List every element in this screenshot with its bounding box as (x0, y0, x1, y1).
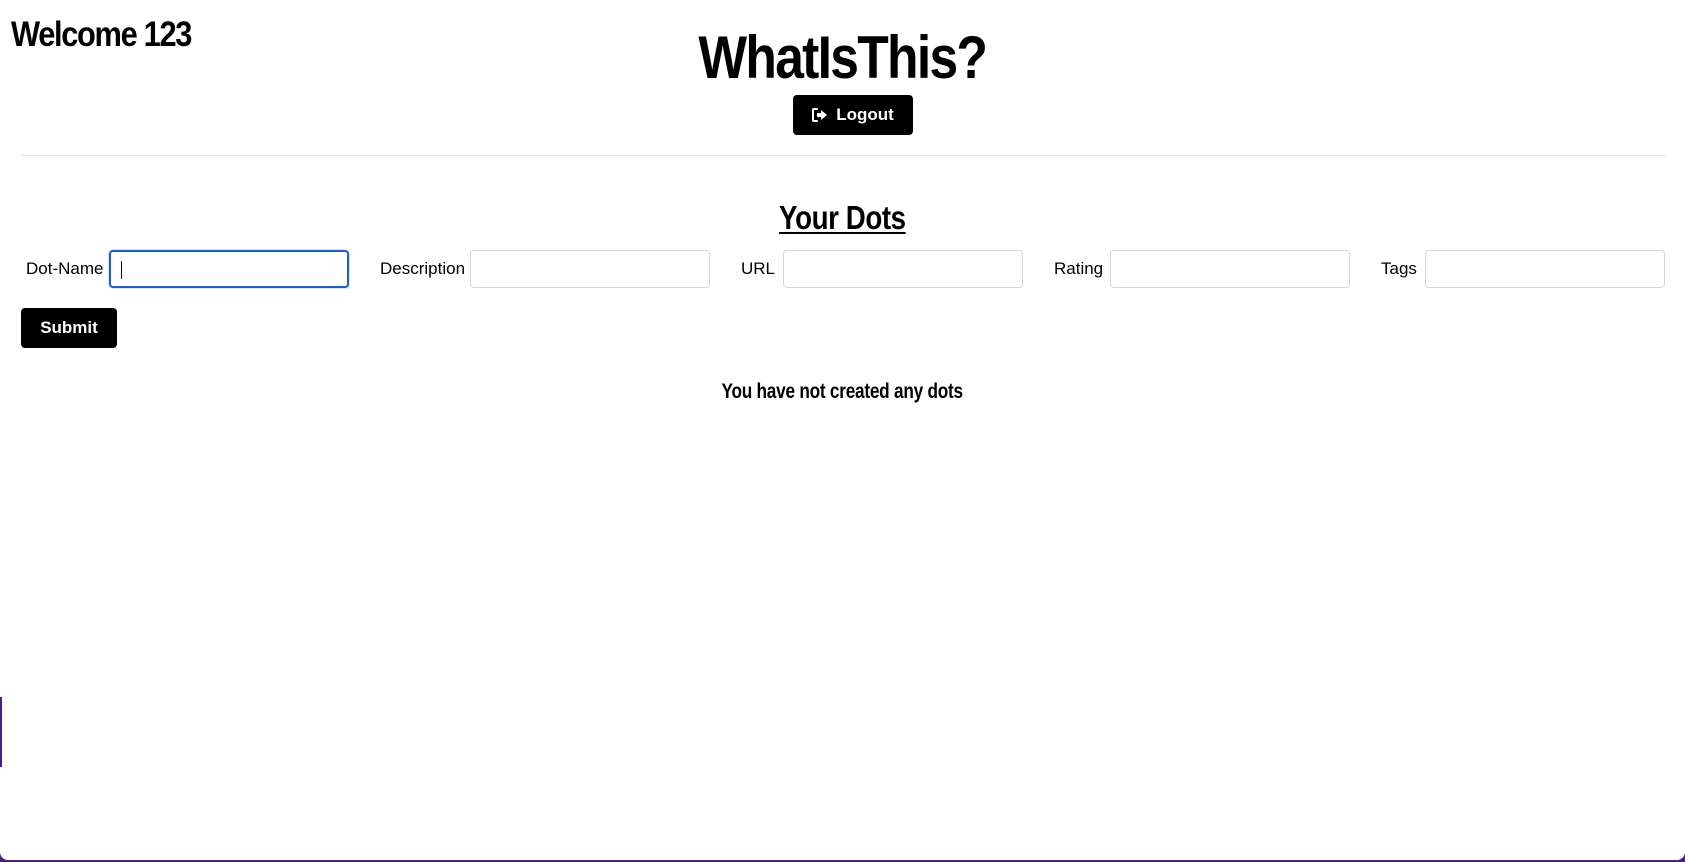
tags-label: Tags (1381, 259, 1417, 278)
window-edge (0, 697, 2, 767)
section-title: Your Dots (0, 198, 1685, 238)
dot-name-input[interactable] (109, 250, 349, 288)
dot-form: Dot-Name Description URL Rating Tags (0, 250, 1685, 290)
page: Welcome 123 WhatIsThis? Logout Your Dots… (0, 0, 1685, 860)
description-input[interactable] (470, 250, 710, 288)
header-divider (21, 155, 1666, 156)
logout-button[interactable]: Logout (793, 95, 913, 135)
dot-name-label: Dot-Name (26, 259, 104, 278)
logout-label: Logout (836, 105, 894, 124)
submit-button[interactable]: Submit (21, 308, 117, 348)
text-caret (121, 261, 122, 279)
empty-state-message: You have not created any dots (0, 378, 1685, 406)
empty-state-text: You have not created any dots (721, 380, 964, 403)
url-input[interactable] (783, 250, 1023, 288)
sign-out-icon (812, 108, 828, 122)
app-title-text: WhatIsThis? (698, 24, 989, 91)
tags-input[interactable] (1425, 250, 1665, 288)
section-title-text: Your Dots (779, 199, 906, 236)
rating-input[interactable] (1110, 250, 1350, 288)
rating-label: Rating (1054, 259, 1104, 278)
url-label: URL (741, 259, 776, 278)
description-label: Description (380, 259, 466, 278)
app-title: WhatIsThis? (0, 22, 1685, 94)
